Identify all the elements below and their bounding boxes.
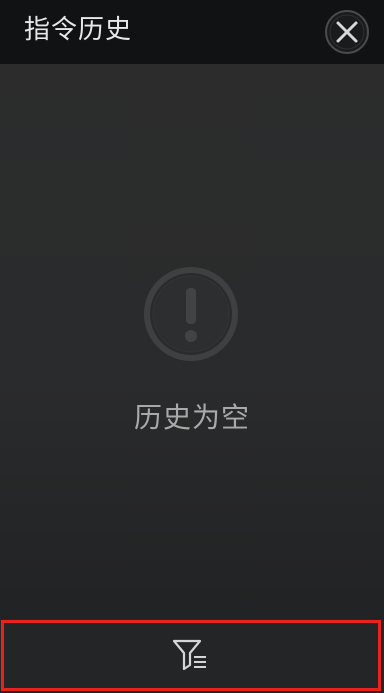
empty-state: 历史为空	[0, 260, 384, 450]
exclamation-circle-icon	[143, 266, 239, 362]
bottom-toolbar	[0, 619, 384, 693]
command-history-screen: 指令历史 历史为空	[0, 0, 384, 693]
filter-icon	[170, 637, 212, 675]
header-bar: 指令历史	[0, 0, 384, 64]
close-icon	[324, 9, 370, 55]
empty-message: 历史为空	[133, 401, 250, 434]
filter-button[interactable]	[170, 637, 212, 675]
page-title: 指令历史	[24, 15, 133, 45]
close-button[interactable]	[324, 9, 370, 55]
